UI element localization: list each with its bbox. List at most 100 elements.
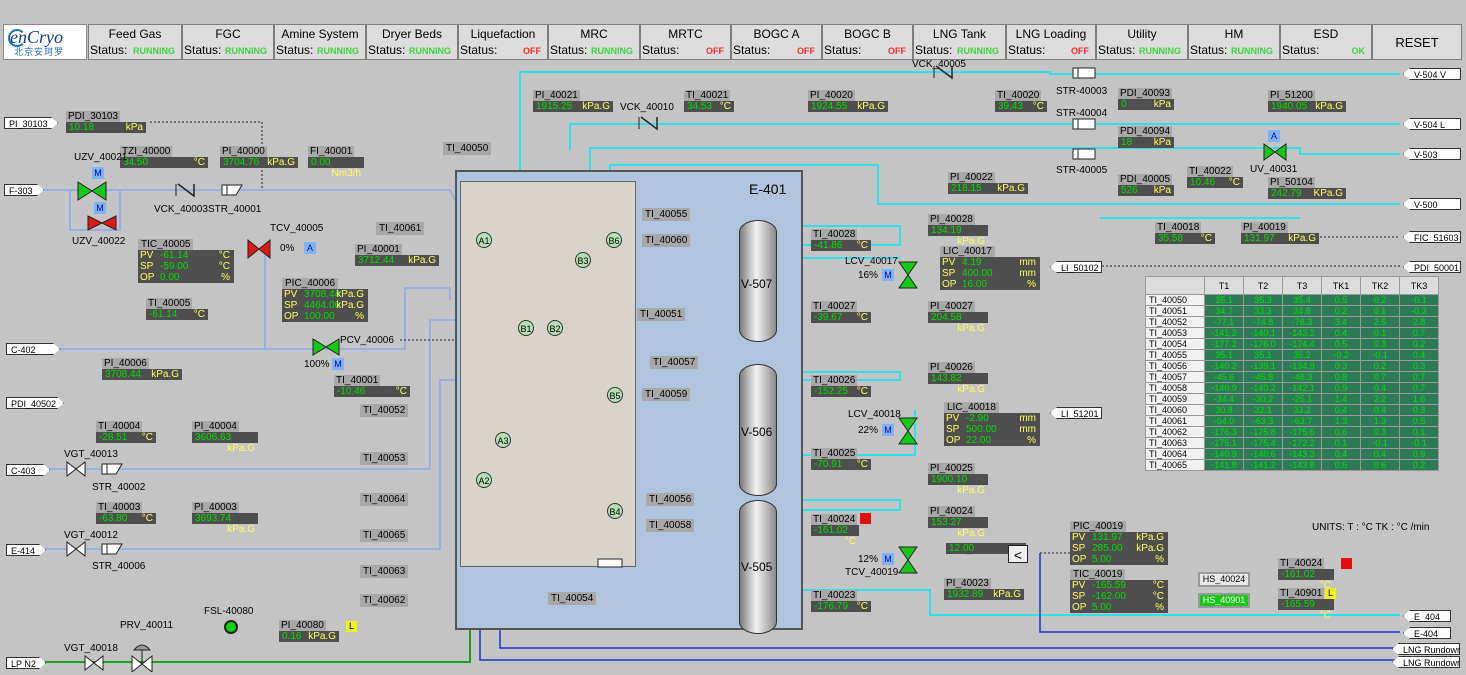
line-flag-lng-rundown[interactable]: LNG Rundown	[1392, 656, 1460, 668]
str-40005-strainer-icon[interactable]	[1072, 148, 1096, 160]
indicator-pi-40006[interactable]: PI_40006 3708.44 kPa.G	[102, 358, 182, 380]
line-flag-e-404[interactable]: E_404	[1403, 610, 1451, 622]
indicator-ti-40004[interactable]: TI_40004 -28.51 °C	[96, 421, 156, 443]
str-40002-strainer-icon[interactable]	[100, 462, 124, 476]
temp-label-ti-40056[interactable]: TI_40056	[646, 493, 695, 506]
indicator-pi-40022[interactable]: PI_40022 218.15 kPa.G	[948, 172, 1028, 194]
line-flag-v-503[interactable]: V-503	[1403, 148, 1461, 160]
str-40001-strainer-icon[interactable]	[220, 183, 244, 197]
uv-40031-auto-badge[interactable]: A	[1268, 130, 1280, 142]
line-flag-c-403[interactable]: C-403	[6, 464, 50, 476]
indicator-pi-40027[interactable]: PI_40027 204.58 kPa.G	[928, 301, 988, 334]
line-flag-e-404[interactable]: E-404	[1403, 627, 1451, 639]
indicator-pi-40024[interactable]: PI_40024 153.27 kPa.G	[928, 506, 988, 539]
indicator-pdi-40005[interactable]: PDI_40005 526 kPa	[1118, 174, 1174, 196]
hs-40024-button[interactable]: HS_40024	[1198, 572, 1250, 587]
line-flag-pi-30103[interactable]: PI_30103	[4, 117, 58, 129]
indicator-ti-40023[interactable]: TI_40023 -176.79 °C	[811, 590, 871, 612]
pcv-40006-manual-badge[interactable]: M	[332, 358, 344, 370]
indicator-ti-40025[interactable]: TI_40025 -70.91 °C	[811, 448, 871, 470]
indicator-pdi-40094[interactable]: PDI_40094 18 kPa	[1118, 126, 1174, 148]
line-flag-li-51201[interactable]: LI_51201	[1050, 407, 1102, 419]
indicator-pi-40003[interactable]: PI_40003 3693.74 kPa.G	[192, 502, 258, 535]
temp-label-ti-40065[interactable]: TI_40065	[360, 529, 409, 542]
indicator-ti-40024[interactable]: TI_40024 -161.02 °C	[1278, 558, 1334, 591]
line-flag-v-500[interactable]: V-500	[1403, 198, 1461, 210]
indicator-ti-40027[interactable]: TI_40027 -39.67 °C	[811, 301, 871, 323]
controller-tic-40005[interactable]: TIC_40005 PV -61.14 °C SP -59.00 °C OP 0.00%	[138, 239, 234, 283]
str-40004-strainer-icon[interactable]	[1072, 118, 1096, 130]
indicator-pi-51200[interactable]: PI_51200 1940.05 kPa.G	[1268, 90, 1346, 112]
indicator-pi-40028[interactable]: PI_40028 134.19 kPa.G	[928, 214, 988, 247]
indicator-ti-40001[interactable]: TI_40001 -10.46 °C	[334, 375, 410, 397]
temp-label-ti-40053[interactable]: TI_40053	[360, 452, 409, 465]
prv-40011-valve-icon[interactable]	[130, 640, 154, 672]
controller-lic-40018[interactable]: LIC_40018 PV -2.90 mm SP 500.00 mm OP 22.00%	[944, 402, 1040, 446]
tcv-40019-manual-badge[interactable]: M	[882, 553, 894, 565]
vgt-40012-valve-icon[interactable]	[66, 540, 86, 558]
hs-40901-button[interactable]: HS_40901	[1198, 593, 1250, 608]
temp-label-ti-40062[interactable]: TI_40062	[360, 594, 409, 607]
line-flag-lp-n2[interactable]: LP N2	[6, 657, 46, 669]
indicator-ti-40018[interactable]: TI_40018 35.58 °C	[1155, 222, 1215, 244]
vck-40005-check-valve-icon[interactable]	[930, 64, 960, 80]
indicator-ti-40021[interactable]: TI_40021 34.53 °C	[684, 90, 734, 112]
str-40003-strainer-icon[interactable]	[1072, 67, 1096, 79]
vck-40010-check-valve-icon[interactable]	[635, 115, 665, 131]
indicator-pi-40000[interactable]: PI_40000 3704.76 kPa.G	[220, 146, 298, 168]
line-flag-lng-rundown[interactable]: LNG Rundown	[1392, 643, 1460, 655]
indicator-ti-40024[interactable]: TI_40024 -161.02 °C	[811, 514, 859, 547]
indicator-pi-40080[interactable]: PI_40080 0.16 kPa.G	[279, 620, 339, 642]
indicator-pi-40019[interactable]: PI_40019 131.97 kPa.G	[1241, 222, 1319, 244]
controller-lic-40017[interactable]: LIC_40017 PV 4.19 mm SP 400.00 mm OP 16.00%	[940, 246, 1040, 290]
lcv-40017-manual-badge[interactable]: M	[882, 269, 894, 281]
lcv-40018-manual-badge[interactable]: M	[882, 424, 894, 436]
indicator-pi-40021[interactable]: PI_40021 1915.25 kPa.G	[533, 90, 613, 112]
tcv-40005-auto-badge[interactable]: A	[304, 242, 316, 254]
indicator-ti-40020[interactable]: TI_40020 39.43 °C	[995, 90, 1047, 112]
indicator-ti-40022[interactable]: TI_40022 10.46 °C	[1187, 166, 1243, 188]
temp-label-ti-40064[interactable]: TI_40064	[360, 493, 409, 506]
pcv-40006-valve-icon[interactable]	[311, 336, 341, 358]
indicator-pdi-40093[interactable]: PDI_40093 0 kPa	[1118, 88, 1174, 110]
temp-label-ti-40055[interactable]: TI_40055	[642, 208, 691, 221]
uzv-40021-manual-badge[interactable]: M	[92, 167, 104, 179]
tcv-40005-valve-icon[interactable]	[246, 236, 272, 262]
line-flag-c-402[interactable]: C-402	[6, 343, 60, 355]
vgt-40013-valve-icon[interactable]	[66, 460, 86, 478]
temp-label-ti-40050[interactable]: TI_40050	[443, 142, 492, 155]
temp-label-ti-40058[interactable]: TI_40058	[646, 519, 695, 532]
line-flag-v-504-l[interactable]: V-504 L	[1403, 118, 1461, 130]
tcv-40019-valve-icon[interactable]	[896, 545, 920, 575]
indicator-ti-40003[interactable]: TI_40003 -63.80 °C	[96, 502, 156, 524]
line-flag-pdi-40502[interactable]: PDI_40502	[6, 397, 64, 409]
vck-40003-check-valve-icon[interactable]	[172, 182, 202, 198]
temp-label-ti-40054[interactable]: TI_40054	[548, 592, 597, 605]
indicator-fi-40001[interactable]: FI_40001 0.00 Nm3/h	[308, 146, 364, 179]
uzv-40022-manual-badge[interactable]: M	[94, 202, 106, 214]
lcv-40017-valve-icon[interactable]	[896, 260, 920, 290]
indicator-ti-40026[interactable]: TI_40026 -152.25 °C	[811, 375, 871, 397]
line-flag-e-414[interactable]: E-414	[6, 544, 46, 556]
temp-label-ti-40059[interactable]: TI_40059	[642, 388, 691, 401]
line-flag-v-504-v[interactable]: V-504 V	[1403, 68, 1461, 80]
controller-pic-40019[interactable]: PIC_40019 PV 131.97 kPa.G SP 285.00 kPa.G OP 5.0…	[1070, 521, 1168, 565]
uv-40031-valve-icon[interactable]	[1262, 142, 1288, 162]
indicator-pi-40023[interactable]: PI_40023 1932.89 kPa.G	[944, 578, 1024, 600]
line-flag-pdi-50001[interactable]: PDI_50001	[1403, 261, 1461, 273]
temp-label-ti-40051[interactable]: TI_40051	[637, 308, 686, 321]
vgt-40018-valve-icon[interactable]	[84, 654, 104, 672]
temp-label-ti-40052[interactable]: TI_40052	[360, 404, 409, 417]
line-flag-li-50102[interactable]: LI_50102	[1050, 261, 1102, 273]
indicator-tzi-40000[interactable]: TZI_40000 34.50 °C	[120, 146, 208, 168]
indicator-pdi-30103[interactable]: PDI_30103 10.18 kPa	[66, 111, 146, 133]
controller-pic-40006[interactable]: PIC_40006 PV 3708.44 kPa.G SP 4464.00 kPa.G OP 1…	[282, 278, 368, 322]
uzv-40021-valve-icon[interactable]	[76, 178, 108, 204]
indicator-pi-40026[interactable]: PI_40026 143.82 kPa.G	[928, 362, 988, 395]
str-40006-strainer-icon[interactable]	[100, 542, 124, 556]
indicator-ti-40028[interactable]: TI_40028 -41.86 °C	[811, 229, 871, 251]
indicator-pi-40001[interactable]: PI_40001 3712.44 kPa.G	[355, 244, 439, 266]
controller-tic-40019[interactable]: TIC_40019 PV -165.59 °C SP -162.00 °C OP 5.00%	[1070, 569, 1168, 613]
line-flag-fic-51603[interactable]: FIC_51603	[1403, 231, 1461, 243]
lcv-40018-valve-icon[interactable]	[896, 416, 920, 446]
